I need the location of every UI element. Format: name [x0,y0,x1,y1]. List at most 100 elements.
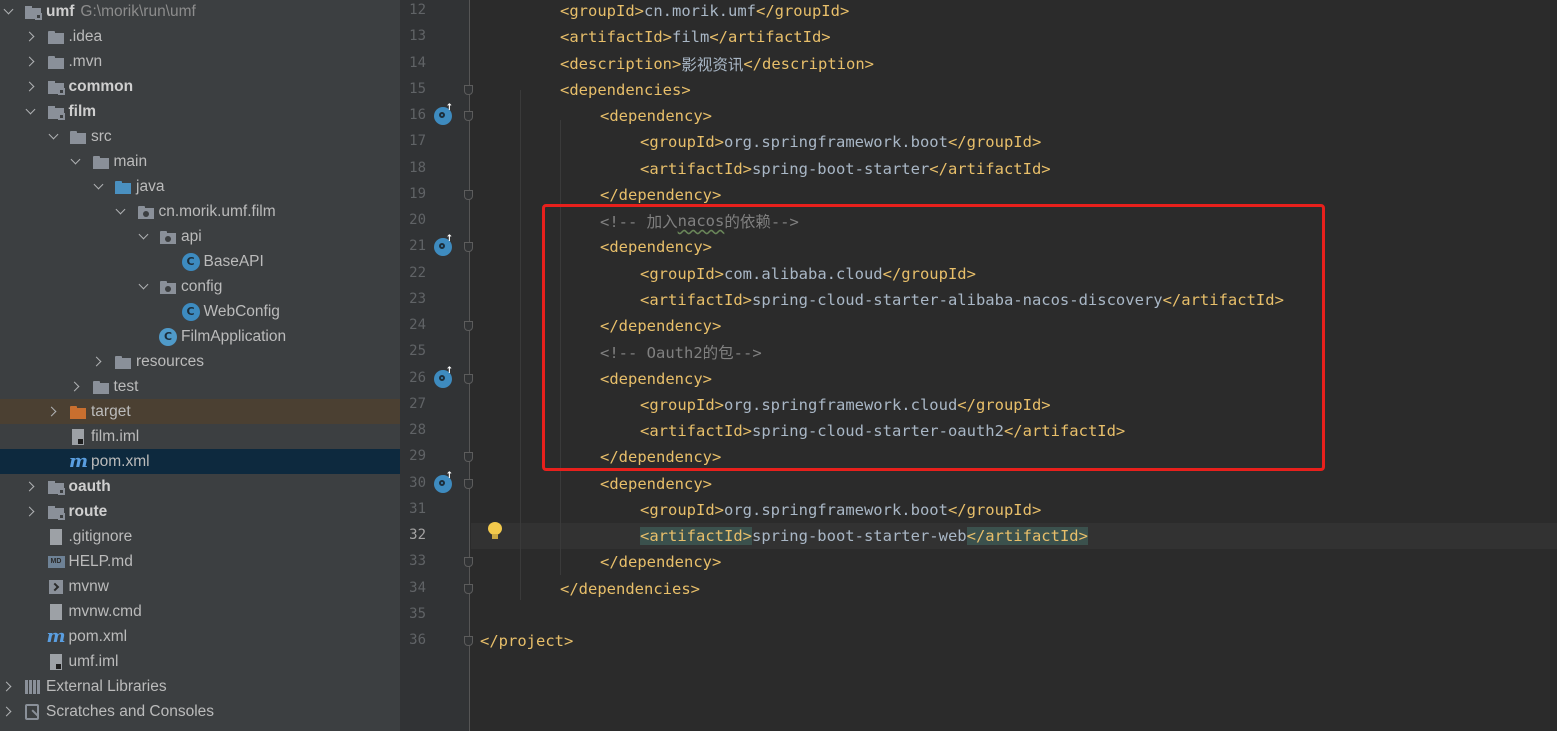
tree-item[interactable]: mvnw [0,574,400,599]
intention-bulb-icon[interactable] [488,522,502,540]
tree-item[interactable]: test [0,374,400,399]
code-line[interactable]: </dependency> [600,549,721,575]
tree-item[interactable]: mvnw.cmd [0,599,400,624]
tree-item-label: cn.morik.umf.film [158,202,276,220]
chevron-right-icon[interactable] [1,699,14,724]
chevron-down-icon[interactable] [137,224,149,249]
tree-item[interactable]: target [0,399,400,424]
code-line[interactable]: <artifactId> spring-boot-starter </artifac… [640,156,1051,182]
maven-icon: m [46,625,66,647]
fold-marker-icon[interactable] [464,242,473,253]
chevron-down-icon[interactable] [25,99,37,124]
module-folder-icon [47,478,65,496]
code-line[interactable]: </project> [480,628,573,654]
tree-item[interactable]: common [0,74,400,99]
markdown-file-icon: MD [47,553,65,571]
fold-marker-icon[interactable] [464,111,473,121]
xml-tag: </artifactId> [966,527,1088,545]
fold-marker-icon[interactable] [464,84,473,95]
package-icon [159,278,177,296]
tree-item[interactable]: route [0,499,400,524]
tree-item[interactable]: m pom.xml [0,624,400,649]
tree-item[interactable]: C BaseAPI [0,249,400,274]
maven-dependency-navigate-icon[interactable]: ↑ [434,235,453,257]
indent-guide [520,90,521,600]
chevron-right-icon[interactable] [24,24,37,49]
line-number: 17 [409,133,426,150]
line-number: 21 [409,238,426,255]
code-line[interactable]: <artifactId> film </artifactId> [560,24,831,50]
chevron-down-icon[interactable] [137,274,149,299]
maven-dependency-navigate-icon[interactable]: ↑ [434,471,453,493]
fold-marker-icon[interactable] [464,452,473,463]
code-line[interactable]: <dependency> [600,103,712,129]
chevron-right-icon[interactable] [69,374,82,399]
tree-item[interactable]: C WebConfig [0,299,400,324]
chevron-right-icon[interactable] [24,499,37,524]
tree-item[interactable]: main [0,149,400,174]
fold-marker-icon[interactable] [464,636,473,646]
code-line[interactable]: </dependencies> [560,576,700,602]
tree-item[interactable]: java [0,174,400,199]
package-icon [137,203,155,221]
folder-icon [47,28,65,46]
chevron-right-icon[interactable] [1,674,14,699]
code-line[interactable]: <dependencies> [560,77,691,103]
tree-item[interactable]: umf.iml [0,649,400,674]
line-number: 22 [409,264,426,281]
fold-marker-icon[interactable] [464,373,473,384]
tree-item[interactable]: C FilmApplication [0,324,400,349]
chevron-down-icon[interactable] [47,124,59,149]
chevron-down-icon[interactable] [2,0,14,24]
fold-marker-icon[interactable] [464,583,473,594]
xml-tag: </artifactId> [929,159,1051,178]
code-line[interactable]: <artifactId> spring-boot-starter-web </art… [640,523,1088,549]
chevron-down-icon[interactable] [115,199,127,224]
maven-dependency-navigate-icon[interactable]: ↑ [434,104,453,125]
code-line[interactable]: <groupId> org.springframework.boot </group… [640,497,1041,523]
tree-item[interactable]: film.iml [0,424,400,449]
class-icon: C [181,302,200,321]
fold-marker-icon[interactable] [464,321,473,331]
tree-item[interactable]: .idea [0,24,400,49]
chevron-down-icon[interactable] [70,149,82,174]
chevron-right-icon[interactable] [24,49,37,74]
tree-item[interactable]: umf G:\morik\run\umf [0,0,400,24]
tree-item[interactable]: Scratches and Consoles [0,699,400,724]
tree-item[interactable]: m pom.xml [0,449,400,474]
tree-item[interactable]: MD HELP.md [0,549,400,574]
chevron-right-icon[interactable] [24,74,37,99]
xml-tag: <groupId> [640,500,724,519]
code-line[interactable]: <groupId> cn.morik.umf </groupId> [560,0,849,24]
tree-item[interactable]: cn.morik.umf.film [0,199,400,224]
tree-item[interactable]: .mvn [0,49,400,74]
fold-marker-icon[interactable] [464,478,473,489]
project-tree-panel[interactable]: umf G:\morik\run\umf .idea .mvn common film sr… [0,0,400,731]
code-line[interactable]: <dependency> [600,471,712,497]
xml-text: film [671,28,710,47]
tree-item[interactable]: src [0,124,400,149]
tree-item[interactable]: External Libraries [0,674,400,699]
tree-item[interactable]: oauth [0,474,400,499]
fold-marker-icon[interactable] [464,557,473,568]
code-line[interactable]: <groupId> org.springframework.boot </group… [640,129,1041,155]
fold-marker-icon[interactable] [464,189,473,200]
chevron-down-icon[interactable] [92,174,104,199]
tree-item[interactable]: film [0,99,400,124]
xml-tag: </groupId> [755,2,850,20]
tree-item[interactable]: .gitignore [0,524,400,549]
line-number: 31 [409,500,426,517]
chevron-right-icon[interactable] [24,474,37,499]
tree-item-path: G:\morik\run\umf [80,2,196,20]
xml-tag: </description> [743,54,874,73]
code-line[interactable]: <description> 影视资讯 </description> [560,51,874,77]
tree-item[interactable]: api [0,224,400,249]
maven-dependency-navigate-icon[interactable]: ↑ [434,366,453,388]
xml-tag: <artifactId> [640,159,752,178]
line-number: 29 [409,448,426,465]
chevron-right-icon[interactable] [46,399,59,424]
tree-item[interactable]: config [0,274,400,299]
line-number: 19 [409,185,426,202]
tree-item[interactable]: resources [0,349,400,374]
chevron-right-icon[interactable] [91,349,104,374]
